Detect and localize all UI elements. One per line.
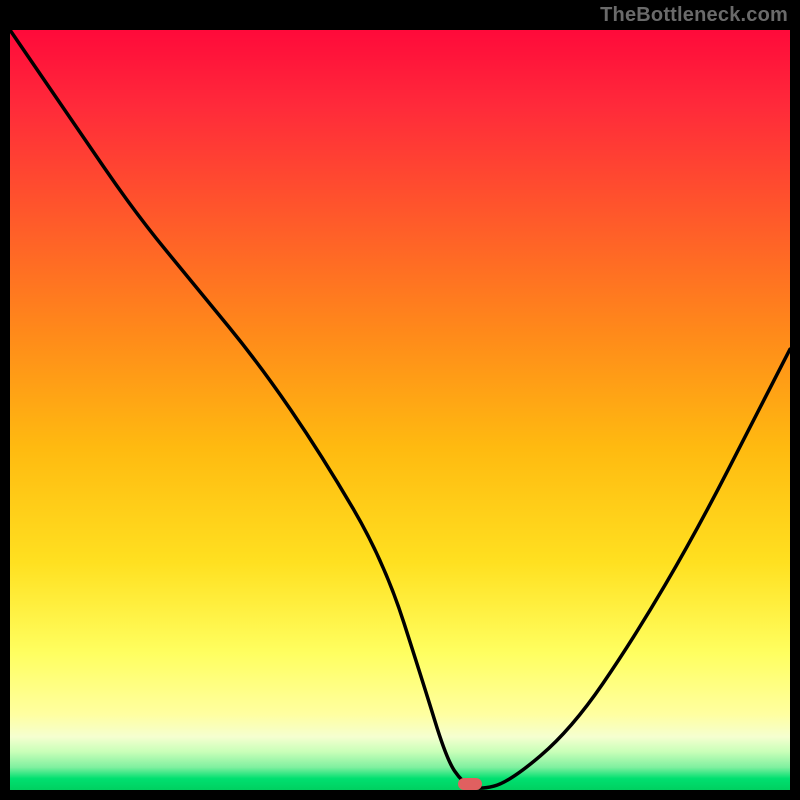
optimal-marker: [458, 778, 482, 790]
gradient-background: [10, 30, 790, 790]
plot-area: [10, 30, 790, 790]
watermark: TheBottleneck.com: [600, 4, 788, 27]
chart-frame: [10, 30, 790, 790]
